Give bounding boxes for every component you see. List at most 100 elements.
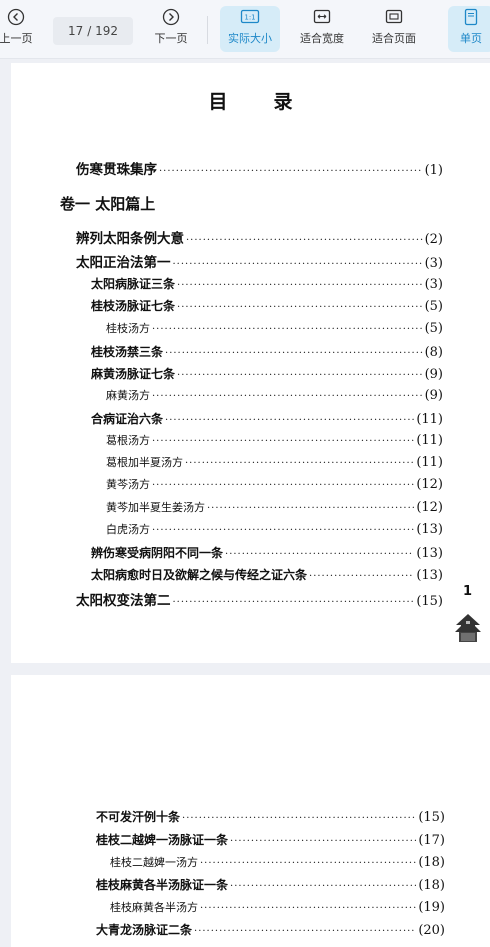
toc-entry[interactable]: 大青龙汤脉证二条 ································… xyxy=(96,921,445,938)
toc-entry-title: 太阳正治法第一 xyxy=(76,255,171,271)
document-page: 目录 卷一 太阳篇上 伤寒贯珠集序 ·······················… xyxy=(11,63,490,663)
toc-entry[interactable]: 辨伤寒受病阴阳不同一条 ·····························… xyxy=(91,544,443,561)
toc-entry[interactable]: 麻黄汤方 ····································… xyxy=(106,387,443,403)
toc-entry[interactable]: 麻黄汤脉证七条 ·································… xyxy=(91,365,443,382)
toc-leader-dots: ········································… xyxy=(159,166,423,177)
toc-entry-page: (12) xyxy=(416,477,443,492)
toc-entry[interactable]: 太阳病愈时日及欲解之候与传经之证六条 ······················… xyxy=(91,566,443,583)
toc-leader-dots: ········································… xyxy=(172,597,415,608)
toc-entry[interactable]: 桂枝二越婢一汤方 ································… xyxy=(110,854,445,870)
toc-entry[interactable]: 葛根汤方 ····································… xyxy=(106,432,443,448)
toc-entry-title: 麻黄汤脉证七条 xyxy=(91,367,176,381)
toc-entry[interactable]: 葛根加半夏汤方 ·································… xyxy=(106,454,443,470)
toc-leader-dots: ········································… xyxy=(207,503,414,514)
prev-page-label: 上一页 xyxy=(0,32,33,45)
current-page-input[interactable]: 17 xyxy=(68,24,83,38)
total-pages: / 192 xyxy=(87,24,119,38)
toc-leader-dots: ········································… xyxy=(177,280,423,291)
toc-entry[interactable]: 黄芩汤方 ····································… xyxy=(106,476,443,492)
toc-entry-page: (20) xyxy=(418,923,445,938)
toc-entry-title: 葛根加半夏汤方 xyxy=(106,456,183,469)
viewer-toolbar: 上一页 17 / 192 下一页 1:1 实际大小 适合宽度 适合页面 单页 xyxy=(0,0,490,59)
fit-page-label: 适合页面 xyxy=(372,32,416,45)
single-page-button[interactable]: 单页 xyxy=(448,6,490,52)
toc-entry-page: (2) xyxy=(424,232,443,247)
toc-entry[interactable]: 桂枝汤方 ····································… xyxy=(106,320,443,336)
toc-entry-title: 黄芩汤方 xyxy=(106,478,150,491)
toc-entry-title: 辨伤寒受病阴阳不同一条 xyxy=(91,546,224,560)
toc-leader-dots: ········································… xyxy=(182,813,417,824)
toc-entry-title: 桂枝汤脉证七条 xyxy=(91,299,176,313)
toc-entry-title: 桂枝二越婢一汤方 xyxy=(110,856,198,869)
toc-entry[interactable]: 伤寒贯珠集序 ··································… xyxy=(76,158,443,178)
toc-entry[interactable]: 合病证治六条 ··································… xyxy=(91,410,443,427)
side-page-number: 1 xyxy=(463,584,473,599)
toc-entry[interactable]: 太阳正治法第一 ·································… xyxy=(76,251,443,271)
toc-entry-title: 桂枝汤禁三条 xyxy=(91,345,164,359)
toc-leader-dots: ········································… xyxy=(185,458,415,469)
toc-entry-title: 大青龙汤脉证二条 xyxy=(96,923,193,937)
toc-leader-dots: ········································… xyxy=(152,525,415,536)
toc-entry-page: (13) xyxy=(416,568,443,583)
fit-page-button[interactable]: 适合页面 xyxy=(366,8,422,52)
toc-leader-dots: ········································… xyxy=(152,480,415,491)
toc-entry[interactable]: 太阳权变法第二 ·································… xyxy=(76,589,443,609)
toc-leader-dots: ········································… xyxy=(309,571,414,582)
toc-leader-dots: ········································… xyxy=(194,926,416,937)
toc-leader-dots: ········································… xyxy=(165,348,423,359)
svg-text:1:1: 1:1 xyxy=(244,14,255,22)
actual-size-label: 实际大小 xyxy=(228,32,272,45)
toc-entry[interactable]: 不可发汗例十条 ·································… xyxy=(96,808,445,825)
toc-leader-dots: ········································… xyxy=(230,836,417,847)
toc-entry-page: (9) xyxy=(424,367,443,382)
toc-entry-title: 桂枝二越婢一汤脉证一条 xyxy=(96,833,229,847)
toc-entry-page: (1) xyxy=(424,163,443,178)
toc-entry[interactable]: 桂枝麻黄各半汤方 ································… xyxy=(110,899,445,915)
page-title: 目录 xyxy=(208,91,339,113)
toc-entry-page: (17) xyxy=(418,833,445,848)
fit-page-icon xyxy=(366,8,422,30)
toc-entry-page: (18) xyxy=(418,855,445,870)
toc-entry-title: 白虎汤方 xyxy=(106,523,150,536)
toc-entry[interactable]: 太阳病脉证三条 ·································… xyxy=(91,275,443,292)
page-number-field[interactable]: 17 / 192 xyxy=(53,17,133,45)
toc-leader-dots: ········································… xyxy=(200,903,417,914)
toc-entry-title: 桂枝汤方 xyxy=(106,322,150,335)
toc-entry-title: 太阳权变法第二 xyxy=(76,593,171,609)
toc-leader-dots: ········································… xyxy=(225,549,414,560)
toc-entry[interactable]: 辨列太阳条例大意 ································… xyxy=(76,227,443,247)
single-page-label: 单页 xyxy=(460,32,482,45)
toc-entry-page: (18) xyxy=(418,878,445,893)
toc-entry[interactable]: 桂枝麻黄各半汤脉证一条 ·····························… xyxy=(96,876,445,893)
toc-leader-dots: ········································… xyxy=(152,391,423,402)
toolbar-divider xyxy=(207,16,208,44)
toc-entry-page: (5) xyxy=(424,299,443,314)
toc-entry-page: (5) xyxy=(424,321,443,336)
toc-entry[interactable]: 黄芩加半夏生姜汤方 ·······························… xyxy=(106,499,443,515)
toc-leader-dots: ········································… xyxy=(152,324,423,335)
actual-size-button[interactable]: 1:1 实际大小 xyxy=(220,6,280,52)
toc-entry[interactable]: 桂枝汤脉证七条 ·································… xyxy=(91,297,443,314)
toc-entry[interactable]: 桂枝汤禁三条 ··································… xyxy=(91,343,443,360)
fit-width-button[interactable]: 适合宽度 xyxy=(294,8,350,52)
chevron-right-icon xyxy=(148,8,194,30)
toc-entry[interactable]: 白虎汤方 ····································… xyxy=(106,521,443,537)
next-page-label: 下一页 xyxy=(154,32,188,45)
toc-entry-title: 葛根汤方 xyxy=(106,434,150,447)
prev-page-button[interactable]: 上一页 xyxy=(0,8,38,52)
next-page-button[interactable]: 下一页 xyxy=(148,8,194,52)
toc-leader-dots: ········································… xyxy=(230,881,417,892)
toc-entry-page: (15) xyxy=(418,810,445,825)
toc-leader-dots: ········································… xyxy=(177,302,423,313)
chevron-left-icon xyxy=(0,8,38,30)
fit-width-icon xyxy=(294,8,350,30)
toc-entry-page: (13) xyxy=(416,522,443,537)
toc-entry-title: 麻黄汤方 xyxy=(106,389,150,402)
toc-entry-title: 太阳病愈时日及欲解之候与传经之证六条 xyxy=(91,568,308,582)
toc-leader-dots: ········································… xyxy=(186,235,423,246)
toc-entry[interactable]: 桂枝二越婢一汤脉证一条 ·····························… xyxy=(96,831,445,848)
toc-entry-page: (12) xyxy=(416,500,443,515)
toc-entry-page: (3) xyxy=(424,277,443,292)
document-page: 不可发汗例十条 ·································… xyxy=(11,675,490,947)
toc-entry-title: 桂枝麻黄各半汤方 xyxy=(110,901,198,914)
